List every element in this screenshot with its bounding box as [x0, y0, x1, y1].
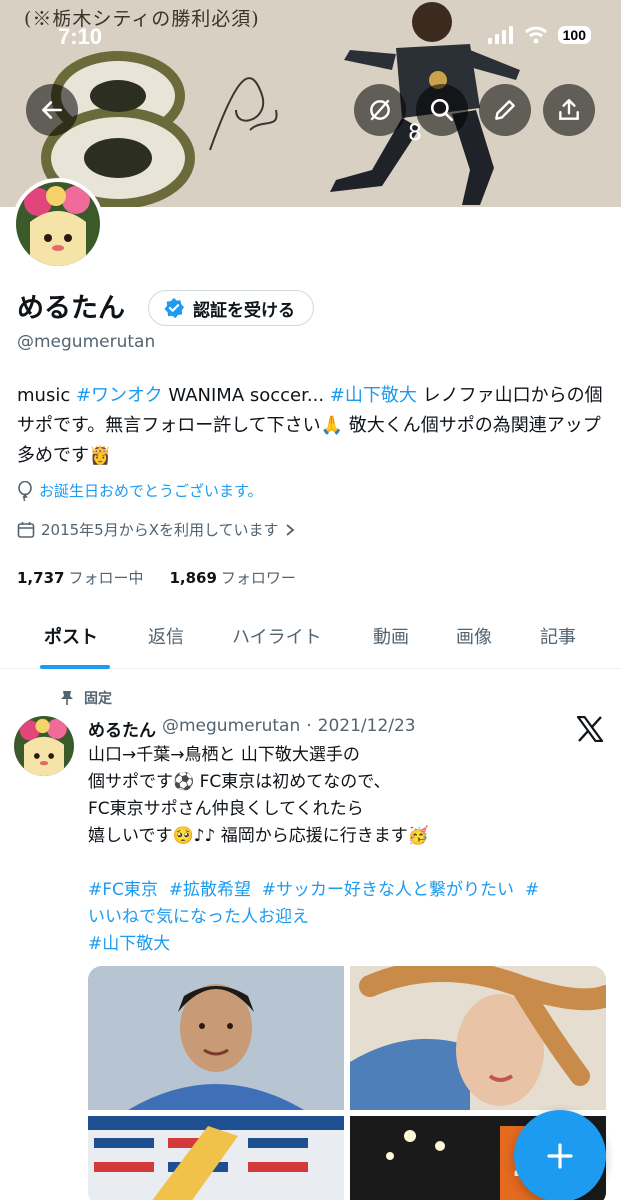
tweet-text: 山口→千葉→鳥栖と 山下敬大選手の 個サポです⚽️ FC東京は初めてなので、 F…	[88, 742, 598, 850]
bio-hashtag-link[interactable]: #ワンオク	[76, 385, 163, 406]
hashtag-link[interactable]: #山下敬大	[88, 934, 170, 954]
search-icon	[430, 98, 454, 122]
compose-post-button[interactable]	[514, 1110, 606, 1200]
battery-indicator: 100	[557, 26, 591, 44]
profile-bio: music #ワンオク WANIMA soccer... #山下敬大 レノファ山…	[17, 381, 607, 471]
tab-videos[interactable]: 動画	[373, 623, 409, 649]
tweet-header: めるたん @megumerutan · 2021/12/23	[88, 716, 416, 741]
tweet-avatar[interactable]	[14, 716, 74, 776]
grok-icon	[370, 99, 390, 121]
arrow-left-icon	[42, 101, 62, 119]
get-verified-label: 認証を受ける	[193, 300, 295, 321]
following-count: 1,737	[17, 569, 65, 587]
tweet-date[interactable]: 2021/12/23	[318, 716, 416, 741]
following-label: フォロー中	[68, 569, 144, 587]
tab-photos[interactable]: 画像	[456, 623, 492, 649]
hashtag-link[interactable]: #拡散希望	[169, 880, 251, 900]
verified-badge-icon	[164, 297, 185, 319]
joined-date[interactable]: 2015年5月からXを利用しています	[17, 519, 295, 540]
pinned-label: 固定	[84, 691, 112, 707]
profile-name: めるたん	[17, 293, 125, 324]
plus-icon	[547, 1143, 573, 1169]
status-icons: 100	[487, 26, 591, 44]
fan-photo-image	[350, 966, 606, 1110]
media-photo-1[interactable]	[88, 966, 344, 1110]
chevron-right-icon	[285, 523, 294, 536]
birthday-link[interactable]: お誕生日おめでとうございます。	[17, 480, 263, 501]
followers-link[interactable]: 1,869 フォロワー	[169, 567, 295, 588]
tweet-line: 個サポです⚽️ FC東京は初めてなので、	[88, 772, 391, 792]
share-button[interactable]	[543, 84, 595, 136]
followers-label: フォロワー	[220, 569, 296, 587]
tweet-author-name[interactable]: めるたん	[88, 716, 156, 741]
tweet-author-handle[interactable]: @megumerutan	[162, 716, 300, 741]
follow-stats: 1,737 フォロー中 1,869 フォロワー	[17, 567, 296, 588]
tab-articles[interactable]: 記事	[540, 623, 576, 649]
search-button[interactable]	[416, 84, 468, 136]
profile-tabs: ポスト 返信 ハイライト 動画 画像 記事	[0, 605, 621, 669]
followers-count: 1,869	[169, 569, 217, 587]
pencil-icon	[495, 100, 515, 120]
calendar-icon	[17, 521, 35, 538]
active-tab-indicator	[40, 665, 110, 669]
media-photo-3[interactable]	[88, 1116, 344, 1200]
pin-icon	[61, 691, 73, 705]
tweet-line: FC東京サポさん仲良くしてくれたら	[88, 799, 364, 819]
balloon-icon	[18, 480, 32, 501]
edit-button[interactable]	[479, 84, 531, 136]
tab-replies[interactable]: 返信	[148, 623, 184, 649]
player-portrait-image	[88, 966, 344, 1110]
tab-posts[interactable]: ポスト	[44, 623, 98, 649]
profile-avatar[interactable]	[12, 178, 104, 270]
hashtag-link[interactable]: #	[525, 880, 539, 900]
hashtag-link[interactable]: #FC東京	[88, 880, 158, 900]
get-verified-button[interactable]: 認証を受ける	[148, 290, 314, 326]
status-time: 7:10	[58, 24, 103, 49]
bio-hashtag-link[interactable]: #山下敬大	[330, 385, 417, 406]
tweet-line: 山口→千葉→鳥栖と 山下敬大選手の	[88, 745, 360, 765]
bio-text: music	[17, 385, 76, 406]
grok-button[interactable]	[354, 84, 406, 136]
tweet-separator: ·	[306, 716, 312, 736]
joined-text: 2015年5月からXを利用しています	[41, 521, 279, 539]
wifi-icon	[524, 26, 547, 44]
tweet-line: 嬉しいです🥺♪♪ 福岡から応援に行きます🥳	[88, 826, 429, 846]
avatar-image	[14, 716, 74, 776]
media-photo-2[interactable]	[350, 966, 606, 1110]
profile-handle: @megumerutan	[17, 332, 156, 352]
hashtag-link[interactable]: #サッカー好きな人と繋がりたい	[262, 880, 514, 900]
share-icon	[559, 99, 579, 120]
tab-highlights[interactable]: ハイライト	[232, 623, 322, 649]
pinned-indicator: 固定	[60, 688, 112, 708]
signal-icon	[487, 26, 513, 44]
back-button[interactable]	[26, 84, 78, 136]
backdrop-photo-image	[88, 1116, 344, 1200]
hashtag-link[interactable]: いいねで気になった人お迎え	[88, 907, 309, 927]
avatar-image	[16, 182, 100, 266]
bio-text: WANIMA soccer...	[162, 385, 330, 406]
following-link[interactable]: 1,737 フォロー中	[17, 567, 143, 588]
birthday-text: お誕生日おめでとうございます。	[39, 482, 263, 500]
tweet-hashtags: #FC東京 #拡散希望 #サッカー好きな人と繋がりたい # いいねで気になった人…	[88, 877, 608, 958]
